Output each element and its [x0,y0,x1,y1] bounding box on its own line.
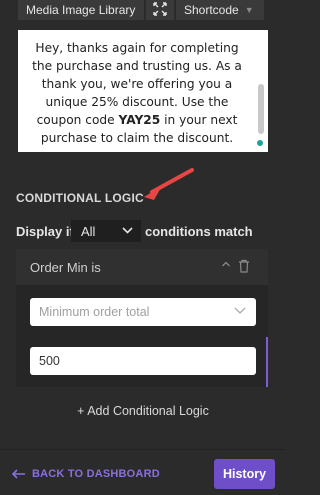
trash-icon[interactable] [238,259,250,273]
footer-divider [0,449,286,450]
grammar-check-icon[interactable] [257,140,263,146]
conditional-logic-title: CONDITIONAL LOGIC [16,191,144,205]
chevron-down-icon [122,224,133,239]
condition-value: 500 [39,354,60,368]
expand-button[interactable] [146,0,174,20]
chevron-down-icon: ▼ [244,5,254,15]
history-button[interactable]: History [214,459,275,489]
condition-rule-card: Order Min is Minimum order total 500 [16,249,268,387]
match-select[interactable]: All [71,220,141,242]
expand-icon [153,1,167,19]
email-text-editor[interactable]: Hey, thanks again for completing the pur… [18,30,268,152]
display-suffix: conditions match [145,223,253,239]
editor-toolbar: Media Image Library Shortcode ▼ [0,0,286,20]
sidebar-panel: Media Image Library Shortcode ▼ Hey, tha… [0,0,286,495]
condition-type-select[interactable]: Minimum order total [30,298,256,326]
condition-type-placeholder: Minimum order total [39,305,150,319]
active-indicator [266,337,268,387]
media-library-label: Media Image Library [26,3,136,17]
condition-value-input[interactable]: 500 [30,347,256,375]
editor-scrollbar[interactable] [258,84,264,134]
rule-title: Order Min is [30,260,101,275]
display-condition-row: Display if All conditions match [16,220,276,242]
shortcode-dropdown[interactable]: Shortcode ▼ [176,0,264,20]
arrow-left-icon [12,469,25,479]
annotation-arrow-icon [144,168,194,200]
chevron-down-icon [234,304,246,316]
display-prefix: Display if [16,223,74,239]
media-library-button[interactable]: Media Image Library [18,0,144,20]
chevron-up-icon[interactable] [221,259,231,272]
back-label: BACK TO DASHBOARD [32,468,160,480]
coupon-code: YAY25 [118,113,161,127]
editor-content[interactable]: Hey, thanks again for completing the pur… [24,39,250,147]
shortcode-label: Shortcode [184,3,239,17]
back-to-dashboard-link[interactable]: BACK TO DASHBOARD [12,468,160,480]
add-conditional-logic-button[interactable]: + Add Conditional Logic [0,404,286,418]
rule-header[interactable]: Order Min is [16,249,268,285]
match-value: All [81,223,96,239]
